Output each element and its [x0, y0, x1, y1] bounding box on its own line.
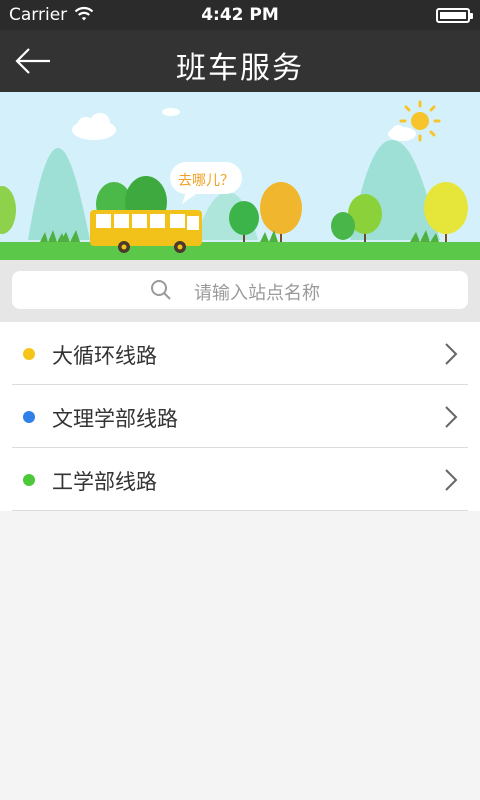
status-bar: Carrier 4:42 PM [0, 0, 480, 30]
route-list: 大循环线路文理学部线路 工学部线路 [0, 322, 480, 511]
route-item[interactable]: 工学部线路 [0, 448, 480, 511]
battery-icon [436, 8, 473, 23]
nav-bar: 班车服务 [0, 30, 480, 92]
search-icon [151, 280, 171, 300]
route-color-dot [23, 348, 35, 360]
banner-illustration: 去哪儿？ [0, 92, 480, 260]
search-input[interactable]: 请输入站点名称 [12, 271, 468, 309]
chevron-right-icon [445, 343, 458, 365]
route-item[interactable]: 文理学部线路 [0, 385, 480, 448]
search-placeholder: 请输入站点名称 [194, 283, 320, 304]
page-title: 班车服务 [176, 51, 304, 86]
route-color-dot [23, 411, 35, 423]
search-area: 请输入站点名称 [0, 260, 480, 322]
chevron-right-icon [445, 469, 458, 491]
route-label: 文理学部线路 [52, 407, 178, 431]
route-label: 大循环线路 [52, 344, 157, 368]
route-color-dot [23, 474, 35, 486]
speech-bubble-text: 去哪儿？ [178, 173, 234, 189]
route-label: 工学部线路 [52, 470, 157, 494]
divider [12, 510, 468, 511]
clock: 4:42 PM [201, 5, 279, 25]
chevron-right-icon [445, 406, 458, 428]
route-item[interactable]: 大循环线路 [0, 322, 480, 385]
